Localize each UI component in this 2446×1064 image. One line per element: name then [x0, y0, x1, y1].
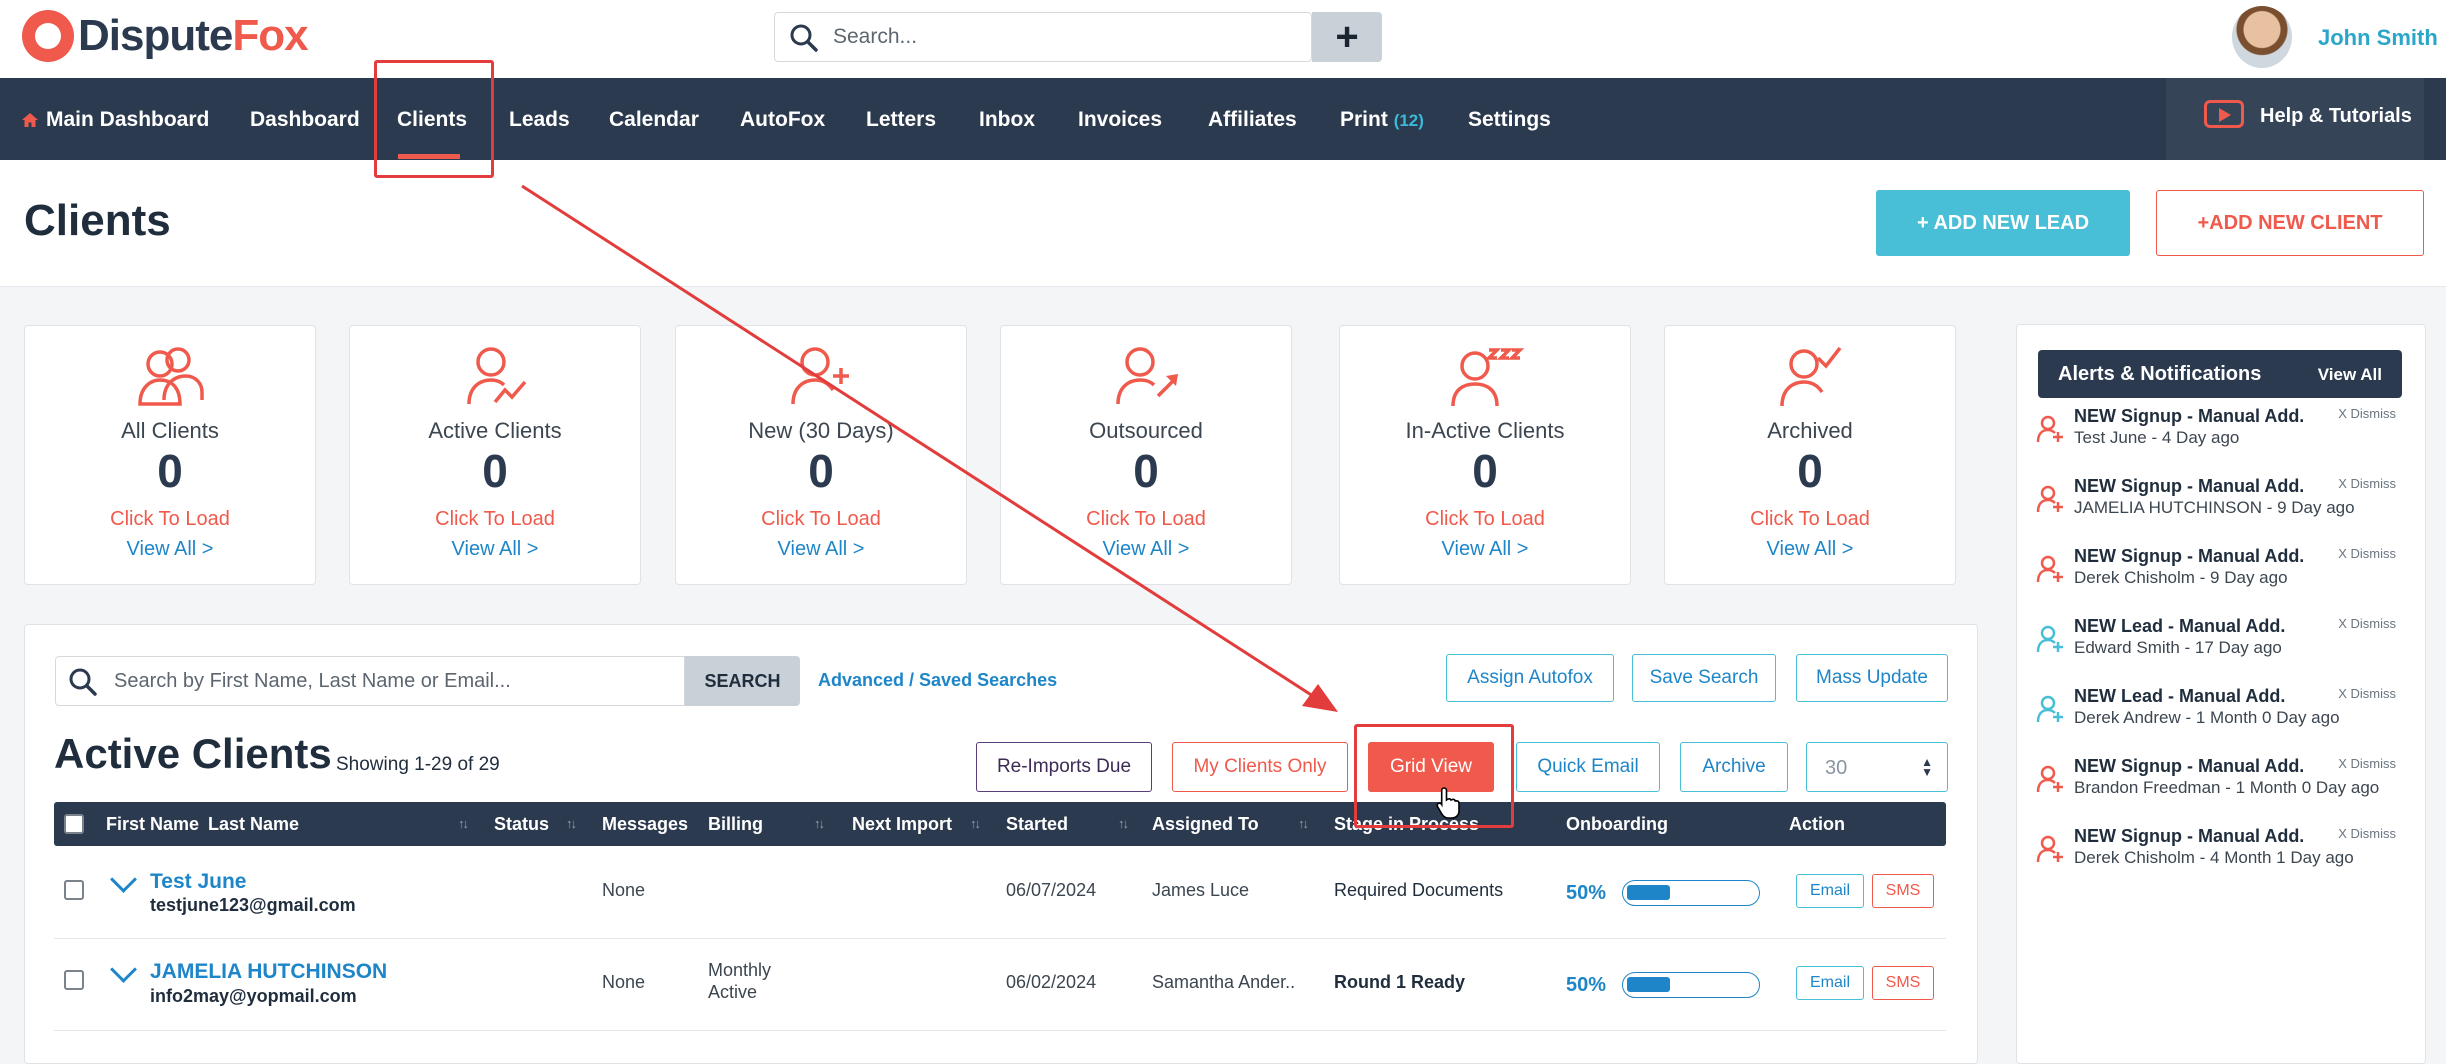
- hand-cursor-icon: [1436, 787, 1460, 819]
- annotation-arrow-icon: [521, 184, 1338, 712]
